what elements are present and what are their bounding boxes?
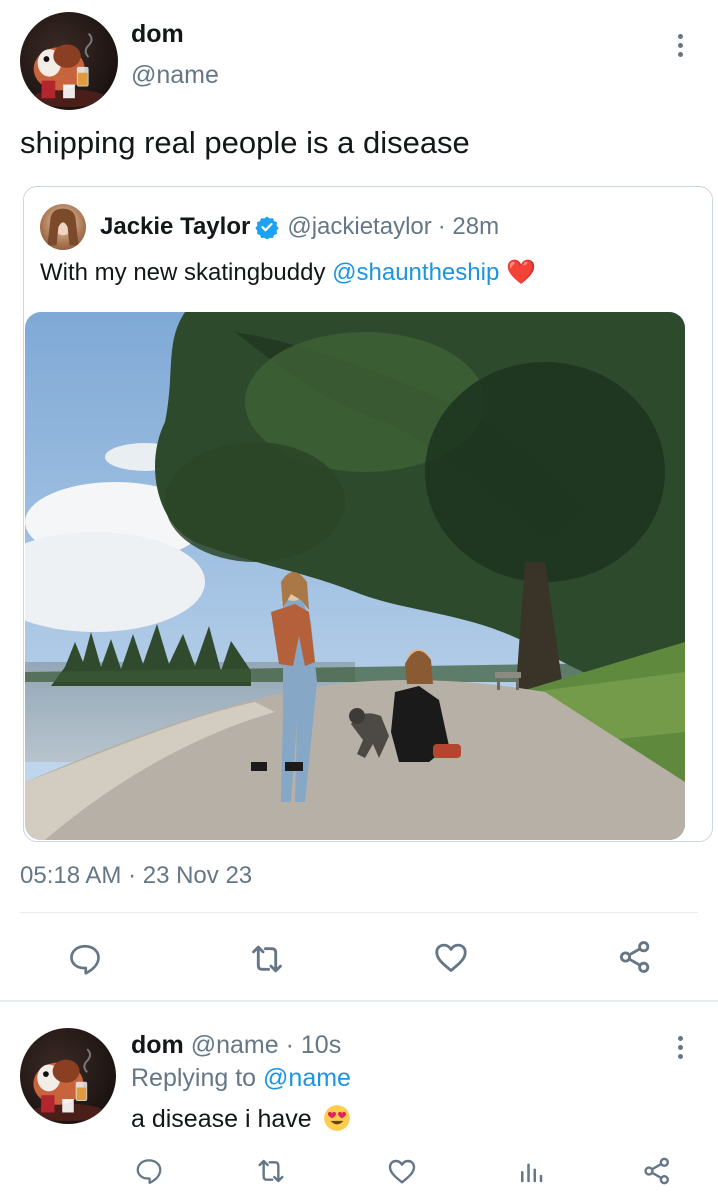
tweet-photo[interactable] <box>25 312 685 840</box>
replying-to-handle[interactable]: @name <box>263 1064 351 1092</box>
replying-to-label: Replying to <box>131 1064 257 1092</box>
share-button[interactable] <box>612 934 658 980</box>
quoted-time: · 28m <box>437 213 500 240</box>
analytics-icon <box>521 1163 543 1183</box>
share-icon <box>644 1157 669 1185</box>
author-avatar[interactable] <box>20 12 118 110</box>
author-handle[interactable]: @name <box>131 61 219 90</box>
retweet-icon <box>252 945 282 973</box>
reply-author-avatar[interactable] <box>20 1028 116 1124</box>
divider-bottom <box>0 1000 718 1002</box>
guinea-pig-avatar-image <box>31 1048 105 1122</box>
quoted-tweet-text: With my new skatingbuddy @shauntheship ❤… <box>40 258 536 287</box>
quoted-avatar-image <box>47 208 79 246</box>
author-display-name[interactable]: dom <box>131 20 184 49</box>
reply-retweet-button[interactable] <box>252 1152 290 1190</box>
reply-header: dom @name · 10s <box>131 1031 341 1060</box>
reply-handle[interactable]: @name <box>191 1031 279 1059</box>
verified-badge-icon <box>255 216 279 239</box>
photo-image <box>25 312 685 840</box>
reply-more-options-icon[interactable] <box>675 1036 685 1059</box>
reply-like-button[interactable] <box>383 1152 421 1190</box>
reply-reply-button[interactable] <box>130 1152 168 1190</box>
guinea-pig-avatar-image <box>31 32 107 108</box>
quoted-text: With my new skatingbuddy <box>40 259 326 286</box>
tweet-timestamp[interactable]: 05:18 AM · 23 Nov 23 <box>20 862 252 890</box>
reply-share-button[interactable] <box>638 1152 676 1190</box>
retweet-button[interactable] <box>244 936 290 982</box>
quoted-handle[interactable]: @jackietaylor <box>287 213 431 241</box>
like-icon <box>388 1159 416 1184</box>
reply-time: · 10s <box>285 1031 342 1059</box>
like-button[interactable] <box>428 934 474 980</box>
heart-emoji-icon: ❤️ <box>505 259 536 286</box>
reply-icon <box>136 1159 162 1184</box>
reply-text-body: a disease i have <box>131 1105 312 1133</box>
like-icon <box>435 943 467 972</box>
share-icon <box>619 941 650 973</box>
reply-icon <box>70 944 100 975</box>
replying-to: Replying to @name <box>131 1064 351 1093</box>
quoted-display-name[interactable]: Jackie Taylor <box>100 213 250 241</box>
reply-analytics-button[interactable] <box>512 1152 550 1190</box>
heart-eyes-emoji-icon <box>323 1104 351 1132</box>
tweet-text: shipping real people is a disease <box>20 125 470 160</box>
mention-link[interactable]: @shauntheship <box>332 259 499 286</box>
reply-display-name[interactable]: dom <box>131 1031 184 1059</box>
retweet-icon <box>258 1159 284 1183</box>
quoted-author-row: Jackie Taylor @jackietaylor · 28m <box>100 213 499 241</box>
more-options-icon[interactable] <box>675 34 685 57</box>
reply-button[interactable] <box>62 936 108 982</box>
reply-text: a disease i have <box>131 1104 351 1134</box>
divider-top <box>20 912 698 913</box>
quoted-author-avatar[interactable] <box>40 204 86 250</box>
